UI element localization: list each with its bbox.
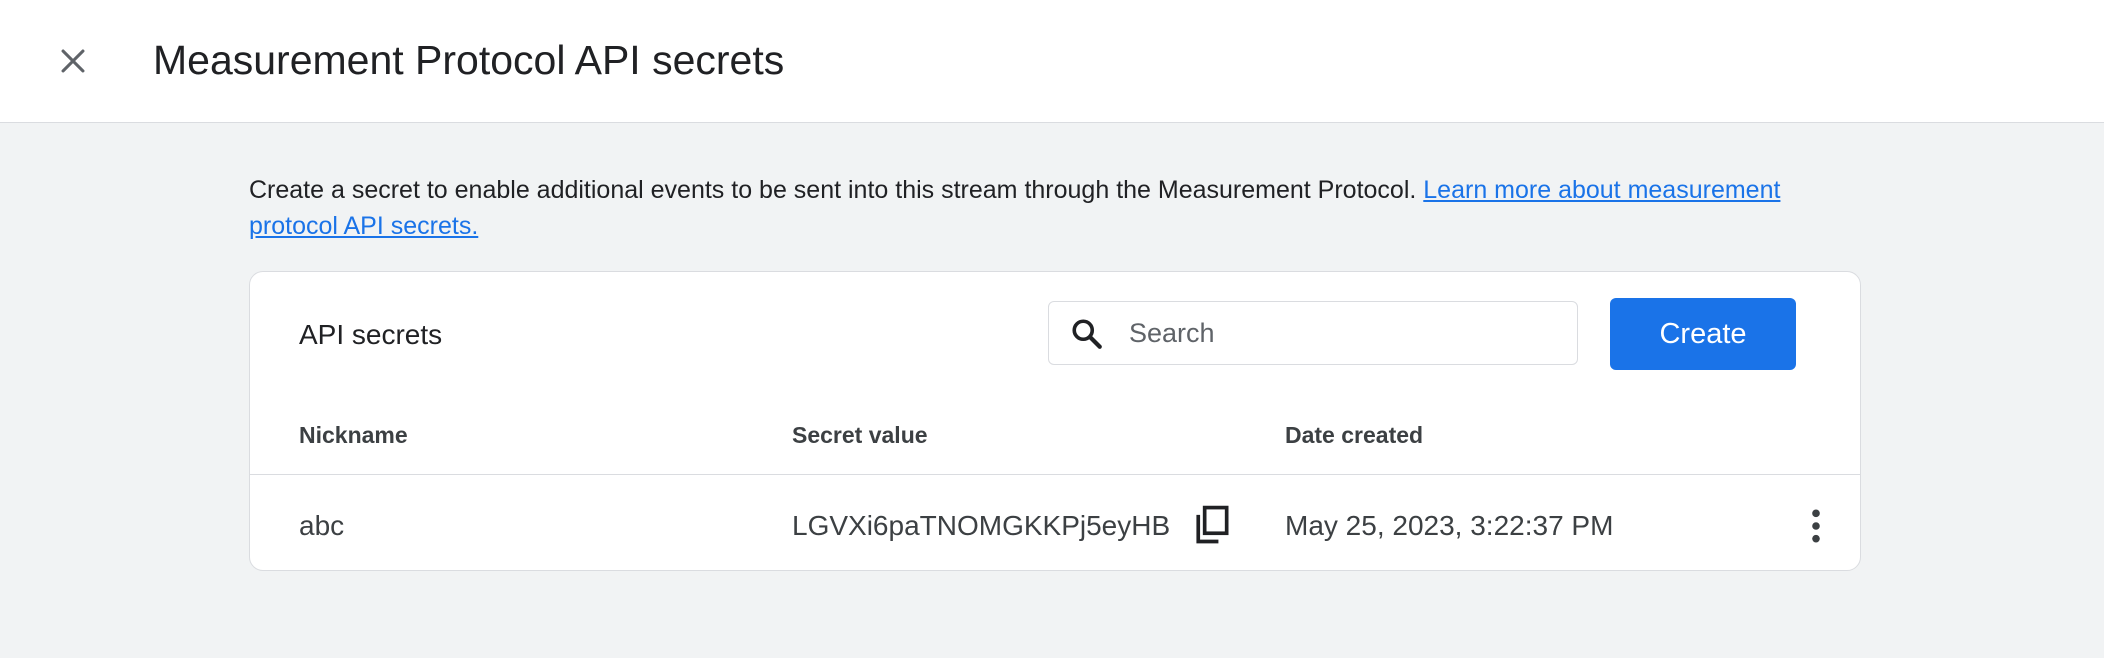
search-input[interactable]	[1129, 312, 1559, 354]
row-menu-button[interactable]	[1798, 500, 1834, 552]
copy-icon	[1196, 505, 1229, 544]
close-button[interactable]	[44, 32, 102, 90]
more-vert-icon	[1812, 509, 1820, 543]
intro-description: Create a secret to enable additional eve…	[249, 172, 1869, 244]
api-secrets-card: API secrets Create Nickname Secret value…	[249, 271, 1861, 571]
intro-text: Create a secret to enable additional eve…	[249, 176, 1424, 204]
cell-nickname: abc	[299, 510, 345, 541]
card-title: API secrets	[299, 319, 443, 350]
copy-secret-button[interactable]	[1187, 498, 1237, 552]
column-header-date-created: Date created	[1285, 422, 1424, 448]
cell-date-created: May 25, 2023, 3:22:37 PM	[1285, 510, 1614, 541]
cell-secret-value: LGVXi6paTNOMGKKPj5eyHB	[792, 510, 1171, 541]
dialog-header: Measurement Protocol API secrets	[0, 0, 2104, 123]
search-icon	[1072, 319, 1102, 349]
close-icon	[61, 49, 85, 73]
page-title: Measurement Protocol API secrets	[153, 37, 785, 83]
column-header-secret-value: Secret value	[792, 422, 928, 448]
create-button[interactable]: Create	[1610, 298, 1796, 370]
column-header-nickname: Nickname	[299, 422, 408, 448]
table-header-divider	[250, 474, 1860, 475]
search-box[interactable]	[1048, 301, 1578, 365]
